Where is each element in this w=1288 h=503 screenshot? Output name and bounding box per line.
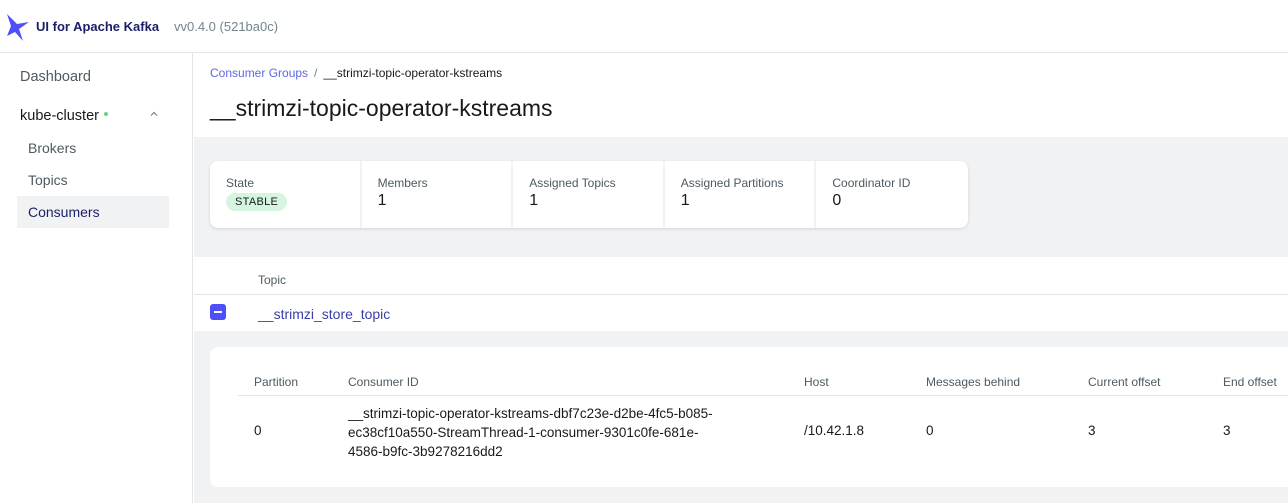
status-badge: STABLE [226, 193, 288, 211]
cell-messages-behind: 0 [926, 423, 934, 438]
breadcrumb: Consumer Groups / __strimzi-topic-operator… [210, 66, 502, 80]
metric-assigned-topics-label: Assigned Topics [529, 176, 616, 190]
cell-end-offset: 3 [1223, 423, 1231, 438]
collapse-toggle-icon[interactable] [210, 304, 226, 320]
column-header-current-offset: Current offset [1088, 375, 1161, 389]
column-header-topic: Topic [258, 273, 287, 287]
partitions-table: Partition Consumer ID Host Messages behi… [210, 347, 1288, 487]
column-header-end-offset: End offset [1223, 375, 1277, 389]
consumer-id-line: ec38cf10a550-StreamThread-1-consumer-930… [348, 425, 699, 440]
sidebar-item-dashboard[interactable]: Dashboard [20, 69, 91, 85]
metric-coordinator-id: Coordinator ID 0 [816, 161, 968, 228]
metric-members-label: Members [377, 176, 428, 190]
column-header-messages-behind: Messages behind [926, 375, 1021, 389]
sidebar-item-brokers[interactable]: Brokers [17, 132, 169, 164]
column-header-host: Host [804, 375, 829, 389]
cell-current-offset: 3 [1088, 423, 1096, 438]
metrics-card: State STABLE Members 1 Assigned Topics 1… [210, 161, 968, 228]
sidebar-item-topics[interactable]: Topics [17, 164, 169, 196]
breadcrumb-separator: / [314, 66, 318, 80]
metric-assigned-topics-value: 1 [529, 192, 539, 209]
sidebar-item-consumers[interactable]: Consumers [17, 196, 169, 228]
cluster-status-dot [103, 111, 108, 116]
cluster-name: kube-cluster [20, 108, 99, 124]
app-version: vv0.4.0 (521ba0c) [174, 19, 279, 34]
metric-assigned-partitions-value: 1 [680, 192, 690, 209]
metric-assigned-partitions-label: Assigned Partitions [680, 176, 784, 190]
page-title: __strimzi-topic-operator-kstreams [210, 95, 553, 121]
topics-table-header: Topic [194, 257, 1288, 295]
column-header-partition: Partition [254, 375, 299, 389]
cell-partition: 0 [254, 423, 262, 438]
column-header-consumer-id: Consumer ID [348, 375, 419, 389]
cell-consumer-id: __strimzi-topic-operator-kstreams-dbf7c2… [348, 404, 788, 461]
metric-state: State STABLE [210, 161, 362, 228]
breadcrumb-current: __strimzi-topic-operator-kstreams [323, 66, 503, 80]
table-divider [238, 395, 1288, 396]
metric-members-value: 1 [377, 192, 387, 209]
consumer-id-line: __strimzi-topic-operator-kstreams-dbf7c2… [348, 406, 713, 421]
metric-assigned-partitions: Assigned Partitions 1 [665, 161, 817, 228]
sidebar-cluster-toggle[interactable]: kube-cluster [20, 107, 170, 125]
table-row: __strimzi_store_topic [194, 295, 1288, 331]
app-title[interactable]: UI for Apache Kafka [36, 19, 159, 34]
metric-members: Members 1 [362, 161, 514, 228]
main-content: Consumer Groups / __strimzi-topic-operator… [194, 53, 1288, 503]
metric-coordinator-id-label: Coordinator ID [832, 176, 911, 190]
topics-table: Topic __strimzi_store_topic [194, 257, 1288, 331]
metric-assigned-topics: Assigned Topics 1 [513, 161, 665, 228]
partitions-section: Partition Consumer ID Host Messages behi… [194, 331, 1288, 503]
topic-link[interactable]: __strimzi_store_topic [258, 306, 390, 322]
sidebar: Dashboard kube-cluster Brokers Topics Co… [0, 53, 193, 503]
metric-state-label: State [226, 176, 255, 190]
breadcrumb-consumer-groups-link[interactable]: Consumer Groups [210, 66, 308, 80]
metrics-section: State STABLE Members 1 Assigned Topics 1… [194, 137, 1288, 257]
metric-coordinator-id-value: 0 [832, 192, 842, 209]
consumer-id-line: 4586-b9fc-3b9278216dd2 [348, 444, 503, 459]
cell-host: /10.42.1.8 [804, 423, 865, 438]
top-navbar: UI for Apache Kafka vv0.4.0 (521ba0c) [0, 0, 1288, 53]
chevron-up-icon[interactable] [150, 110, 158, 118]
kafka-logo-icon[interactable] [5, 12, 29, 42]
